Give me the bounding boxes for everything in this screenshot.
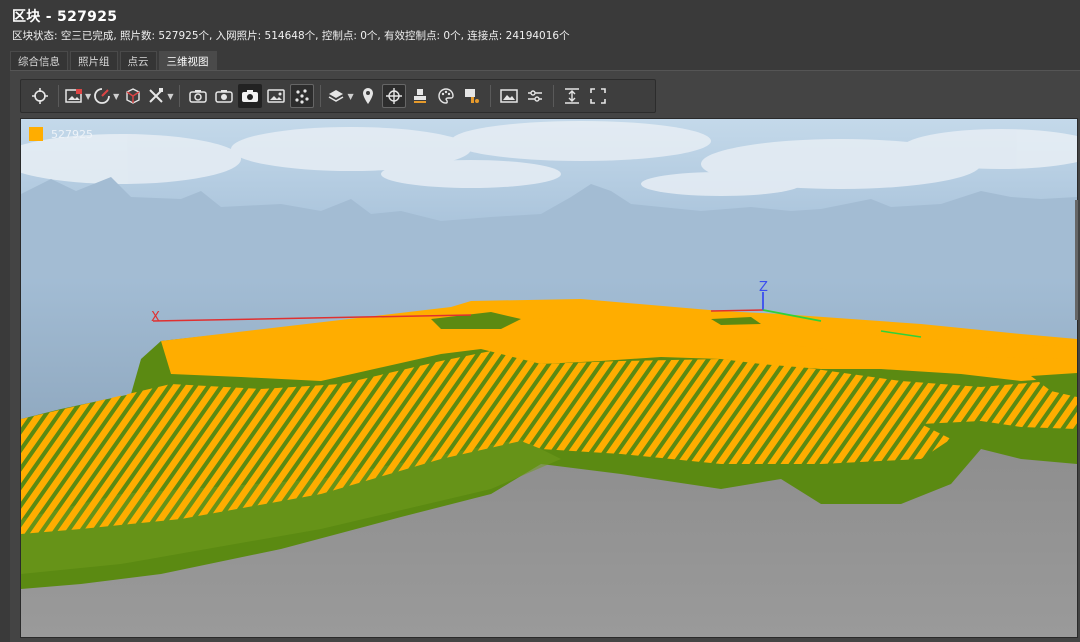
camera-icon (242, 90, 259, 102)
tab-bar: 综合信息 照片组 点云 三维视图 (10, 51, 217, 71)
toolbar-separator (58, 85, 59, 107)
sliders-icon (527, 90, 542, 102)
crosshair-button[interactable] (381, 84, 406, 108)
right-scrollbar[interactable] (1075, 200, 1078, 320)
3d-view-panel: ▼ ▼ ▼ ▼ X Z 527925 (10, 70, 1080, 642)
photo-dropdown-icon (65, 89, 82, 103)
stamp-button[interactable] (408, 84, 432, 108)
camera-rotate-icon (189, 90, 208, 103)
camera-reset-icon (215, 90, 234, 103)
block-status-line: 区块状态: 空三已完成, 照片数: 527925个, 入网照片: 514648个… (12, 30, 570, 42)
fit-extent-icon (589, 88, 606, 104)
picture-icon (499, 89, 518, 103)
camera-reset-button[interactable] (212, 84, 236, 108)
view-center-icon (32, 88, 48, 104)
block-window: 区块 - 527925 区块状态: 空三已完成, 照片数: 527925个, 入… (0, 0, 1080, 642)
legend-label: 527925 (51, 127, 93, 141)
cube-icon (126, 88, 141, 104)
camera-button[interactable] (238, 84, 263, 108)
x-axis-line-far (710, 309, 764, 312)
points-button[interactable] (290, 84, 315, 108)
3d-viewport[interactable]: X Z 527925 (20, 118, 1078, 638)
fit-extent-button[interactable] (586, 84, 610, 108)
z-axis-label: Z (759, 280, 768, 295)
toolbar-separator (179, 85, 181, 107)
stamp-icon (413, 89, 426, 103)
scene: X Z (21, 119, 1077, 637)
palette-icon (437, 88, 454, 104)
view-toolbar: ▼ ▼ ▼ ▼ (20, 79, 656, 113)
crosshair-icon (385, 88, 402, 104)
palette-button[interactable] (434, 84, 458, 108)
points-icon (295, 89, 310, 104)
color-mode-icon (94, 88, 111, 104)
tab-point-cloud[interactable]: 点云 (119, 51, 157, 71)
photo-display-dropdown[interactable]: ▼ (65, 84, 91, 108)
image-button[interactable] (264, 84, 288, 108)
chevron-down-icon: ▼ (85, 91, 92, 101)
location-pin-icon (362, 88, 373, 104)
window-title: 区块 - 527925 (12, 9, 118, 25)
legend: 527925 (29, 127, 93, 141)
cube-button[interactable] (121, 84, 145, 108)
fit-vertical-icon (564, 88, 579, 104)
fit-vertical-button[interactable] (560, 84, 584, 108)
legend-swatch (29, 127, 43, 141)
chevron-down-icon: ▼ (167, 91, 174, 101)
toolbar-separator (552, 85, 554, 107)
tab-overview[interactable]: 综合信息 (10, 51, 68, 71)
picture-button[interactable] (497, 84, 521, 108)
camera-rotate-button[interactable] (186, 84, 210, 108)
toolbar-separator (320, 85, 322, 107)
image-icon (267, 89, 286, 103)
chevron-down-icon: ▼ (347, 91, 354, 101)
color-mode-dropdown[interactable]: ▼ (93, 84, 119, 108)
measure-tools-dropdown[interactable]: ▼ (147, 84, 173, 108)
sliders-button[interactable] (523, 84, 547, 108)
location-pin-button[interactable] (356, 84, 380, 108)
tab-photo-groups[interactable]: 照片组 (70, 51, 118, 71)
tab-3d-view[interactable]: 三维视图 (158, 51, 217, 71)
x-axis-label: X (151, 310, 160, 325)
chevron-down-icon: ▼ (113, 91, 120, 101)
paint-button[interactable] (460, 84, 484, 108)
measure-tools-icon (149, 88, 164, 103)
paint-icon (464, 89, 479, 103)
layers-icon (329, 90, 344, 102)
view-center-button[interactable] (28, 84, 52, 108)
layers-dropdown[interactable]: ▼ (327, 84, 354, 108)
toolbar-separator (489, 85, 491, 107)
